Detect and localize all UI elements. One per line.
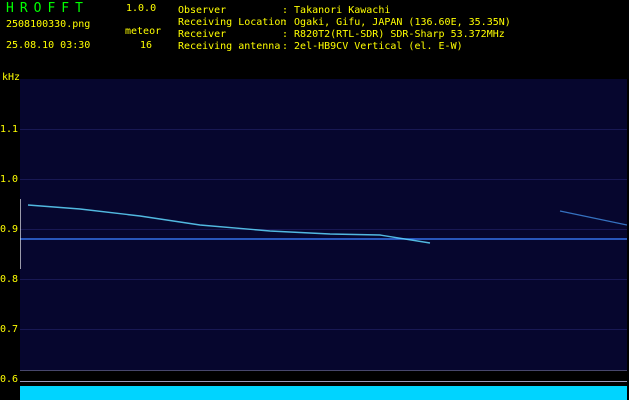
info-key-observer: Observer — [178, 5, 227, 16]
freq-label-0.8: 0.8 — [0, 274, 19, 285]
info-value-observer: : Takanori Kawachi — [282, 5, 391, 16]
freq-label-0.7: 0.7 — [0, 324, 19, 335]
app-version: 1.0.0 — [126, 3, 157, 14]
meteor-trail-upper — [27, 204, 431, 244]
signal-strength-strip — [20, 386, 627, 400]
info-key-receiver: Receiver — [178, 29, 227, 40]
spectrogram-canvas — [19, 129, 628, 372]
app-title: HROFFT — [6, 1, 89, 16]
grid-dots — [20, 129, 627, 330]
meteor-label: meteor — [125, 26, 162, 37]
freq-label-0.9: 0.9 — [0, 224, 19, 235]
info-key-location: Receiving Location — [178, 17, 287, 28]
freq-label-0.6: 0.6 — [0, 374, 19, 385]
freq-label-1.1: 1.1 — [0, 124, 19, 135]
freq-label-1.0: 1.0 — [0, 174, 19, 185]
meteor-trail-right — [559, 210, 628, 226]
info-key-antenna: Receiving antenna — [178, 41, 281, 52]
frequency-unit-label: kHz — [2, 72, 21, 83]
spectrogram[interactable] — [19, 79, 628, 372]
bottom-separator — [20, 381, 627, 382]
info-value-antenna: : 2el-HB9CV Vertical (el. E-W) — [282, 41, 463, 52]
capture-datetime: 25.08.10 03:30 — [6, 40, 91, 51]
file-name: 2508100330.png — [6, 19, 91, 30]
info-value-location: : Ogaki, Gifu, JAPAN (136.60E, 35.35N) — [282, 17, 511, 28]
info-value-receiver: : R820T2(RTL-SDR) SDR-Sharp 53.372MHz — [282, 29, 505, 40]
meteor-count: 16 — [140, 40, 153, 51]
